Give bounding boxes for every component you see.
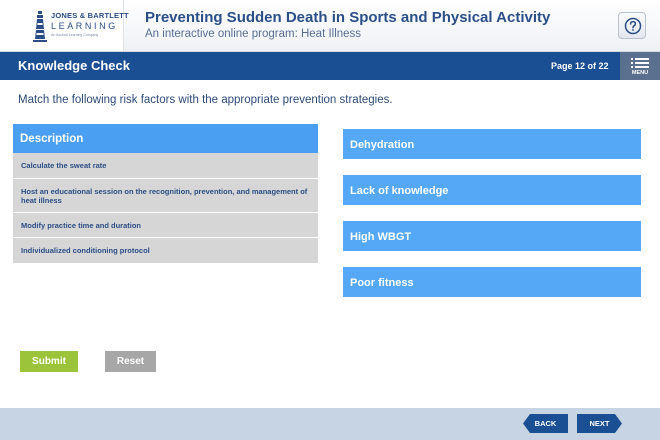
- drop-target-high-wbgt[interactable]: High WBGT: [343, 221, 641, 251]
- activity-instruction: Match the following risk factors with th…: [18, 94, 393, 106]
- description-item-modify-practice[interactable]: Modify practice time and duration: [13, 213, 318, 238]
- description-item-conditioning[interactable]: Individualized conditioning protocol: [13, 238, 318, 264]
- drop-target-lack-of-knowledge[interactable]: Lack of knowledge: [343, 175, 641, 205]
- description-header: Description: [13, 124, 318, 153]
- section-titlebar: Knowledge Check Page 12 of 22: [0, 52, 660, 80]
- page-counter: Page 12 of 22: [551, 61, 609, 71]
- reset-button[interactable]: Reset: [105, 351, 156, 372]
- menu-list-icon: [631, 58, 649, 68]
- back-button[interactable]: BACK: [523, 414, 568, 433]
- next-label: NEXT: [589, 419, 610, 428]
- drop-target-poor-fitness[interactable]: Poor fitness: [343, 267, 641, 297]
- submit-button[interactable]: Submit: [20, 351, 78, 372]
- lighthouse-icon: [33, 11, 47, 42]
- publisher-logo: JONES & BARTLETT LEARNING An Ascend Lear…: [0, 0, 129, 51]
- menu-label: MENU: [631, 70, 649, 76]
- menu-button[interactable]: MENU: [620, 52, 660, 80]
- help-button[interactable]: [618, 12, 646, 39]
- next-button[interactable]: NEXT: [577, 414, 622, 433]
- description-item-educational-session[interactable]: Host an educational session on the recog…: [13, 179, 318, 213]
- app-header: JONES & BARTLETT LEARNING An Ascend Lear…: [0, 0, 660, 52]
- footer-bar: BACK NEXT: [0, 408, 660, 440]
- course-subtitle: An interactive online program: Heat Illn…: [145, 28, 362, 40]
- description-panel: Description Calculate the sweat rate Hos…: [13, 124, 318, 264]
- back-label: BACK: [534, 419, 557, 428]
- question-icon: [624, 17, 642, 35]
- page-title: Knowledge Check: [18, 58, 130, 73]
- course-title: Preventing Sudden Death in Sports and Ph…: [145, 9, 551, 26]
- drop-target-dehydration[interactable]: Dehydration: [343, 129, 641, 159]
- logo-wordmark-top: JONES & BARTLETT: [51, 11, 129, 20]
- logo-wordmark-bottom: LEARNING: [51, 21, 118, 31]
- logo-tagline: An Ascend Learning Company: [51, 33, 99, 37]
- description-item-sweat-rate[interactable]: Calculate the sweat rate: [13, 153, 318, 179]
